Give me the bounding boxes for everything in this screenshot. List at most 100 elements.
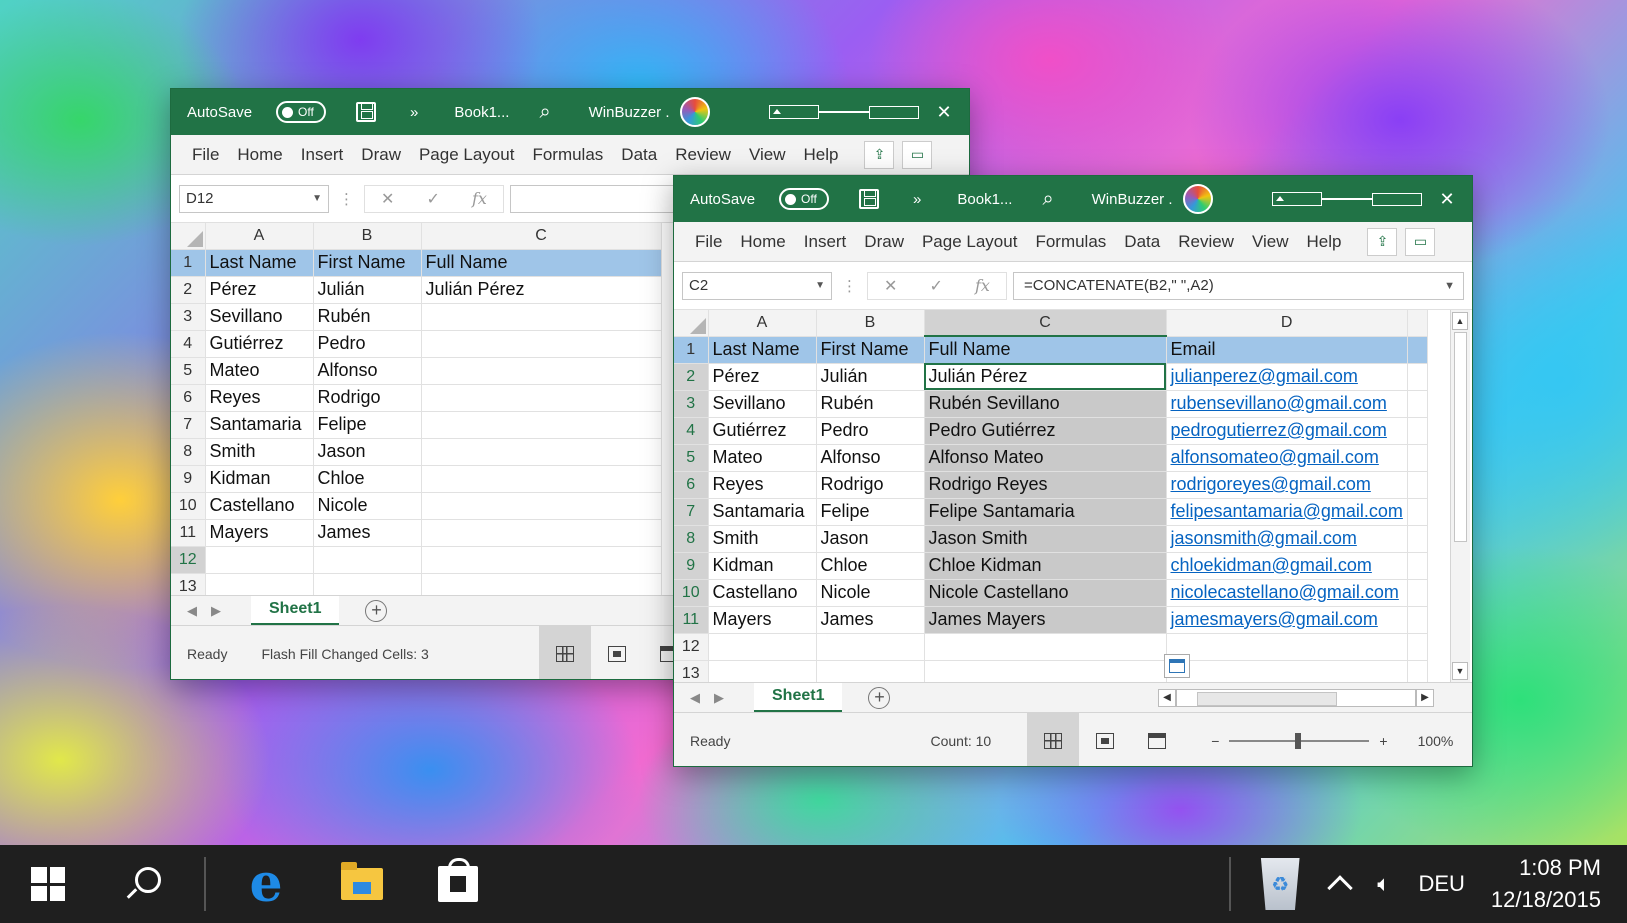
cell[interactable] xyxy=(708,633,816,660)
more-commands-button[interactable]: » xyxy=(913,191,921,208)
cell[interactable]: Kidman xyxy=(205,465,313,492)
cell[interactable]: Jason xyxy=(816,525,924,552)
cell[interactable]: Mayers xyxy=(205,519,313,546)
select-all-button[interactable] xyxy=(674,310,708,336)
cell[interactable]: Gutiérrez xyxy=(708,417,816,444)
insert-function-icon[interactable]: fx xyxy=(975,276,990,295)
email-link[interactable]: nicolecastellano@gmail.com xyxy=(1166,579,1407,606)
cell[interactable] xyxy=(421,465,661,492)
cell[interactable]: First Name xyxy=(313,249,421,276)
email-link[interactable]: rubensevillano@gmail.com xyxy=(1166,390,1407,417)
edge-browser-button[interactable]: e xyxy=(218,845,314,923)
row-header[interactable]: 7 xyxy=(674,498,708,525)
cell[interactable] xyxy=(421,438,661,465)
cell[interactable]: Reyes xyxy=(708,471,816,498)
cell[interactable]: Rubén Sevillano xyxy=(924,390,1166,417)
cell[interactable] xyxy=(421,411,661,438)
name-box[interactable]: D12▼ xyxy=(179,185,329,213)
cell[interactable]: Castellano xyxy=(708,579,816,606)
account-name[interactable]: WinBuzzer . xyxy=(589,104,670,121)
ribbon-display-options-icon[interactable] xyxy=(1272,176,1322,222)
save-icon[interactable] xyxy=(356,102,376,122)
cell[interactable]: Julián xyxy=(816,363,924,390)
autosave-toggle[interactable]: Off xyxy=(270,101,326,123)
zoom-slider[interactable] xyxy=(1229,740,1369,742)
tab-home[interactable]: Home xyxy=(740,232,785,252)
account-name[interactable]: WinBuzzer . xyxy=(1092,191,1173,208)
cell[interactable]: Full Name xyxy=(924,336,1166,363)
row-header[interactable]: 11 xyxy=(674,606,708,633)
cell[interactable]: Chloe xyxy=(313,465,421,492)
spreadsheet-grid[interactable]: A B C D 1Last NameFirst NameFull NameEma… xyxy=(674,310,1428,688)
scroll-right-icon[interactable]: ▶ xyxy=(1416,689,1434,707)
comments-icon[interactable]: ▭ xyxy=(1405,228,1435,256)
page-break-view-icon[interactable] xyxy=(1131,713,1183,768)
row-header[interactable]: 1 xyxy=(171,249,205,276)
minimize-button[interactable] xyxy=(819,89,869,135)
row-header[interactable]: 9 xyxy=(674,552,708,579)
save-icon[interactable] xyxy=(859,189,879,209)
column-header[interactable]: D xyxy=(1166,310,1407,336)
enter-icon[interactable]: ✓ xyxy=(930,276,943,296)
email-link[interactable]: rodrigoreyes@gmail.com xyxy=(1166,471,1407,498)
cancel-icon[interactable]: ✕ xyxy=(884,276,897,296)
avatar[interactable] xyxy=(1183,184,1213,214)
store-button[interactable] xyxy=(410,845,506,923)
email-link[interactable]: pedrogutierrez@gmail.com xyxy=(1166,417,1407,444)
cell[interactable] xyxy=(421,519,661,546)
language-indicator[interactable]: DEU xyxy=(1404,871,1478,897)
cell[interactable]: Julián xyxy=(313,276,421,303)
cell[interactable]: Rubén xyxy=(816,390,924,417)
ribbon-display-options-icon[interactable] xyxy=(769,89,819,135)
cell[interactable]: Smith xyxy=(708,525,816,552)
cell[interactable]: Jason Smith xyxy=(924,525,1166,552)
email-link[interactable]: julianperez@gmail.com xyxy=(1166,363,1407,390)
cell[interactable]: Rodrigo xyxy=(313,384,421,411)
cell[interactable]: James xyxy=(313,519,421,546)
cell[interactable]: Pérez xyxy=(708,363,816,390)
column-header[interactable]: B xyxy=(816,310,924,336)
cell[interactable]: Sevillano xyxy=(708,390,816,417)
tab-review[interactable]: Review xyxy=(675,145,731,165)
comments-icon[interactable]: ▭ xyxy=(902,141,932,169)
cell[interactable] xyxy=(421,303,661,330)
email-link[interactable]: felipesantamaria@gmail.com xyxy=(1166,498,1407,525)
cell[interactable]: Nicole xyxy=(816,579,924,606)
column-header[interactable]: A xyxy=(205,223,313,249)
row-header[interactable]: 8 xyxy=(674,525,708,552)
formula-input[interactable]: =CONCATENATE(B2," ",A2) ▼ xyxy=(1013,272,1464,300)
cell[interactable]: Kidman xyxy=(708,552,816,579)
excel-window-front[interactable]: AutoSave Off » Book1... ⌕ WinBuzzer . ✕ … xyxy=(673,175,1473,767)
active-cell[interactable]: Julián Pérez xyxy=(924,363,1166,390)
close-button[interactable]: ✕ xyxy=(1422,176,1472,222)
tab-formulas[interactable]: Formulas xyxy=(1035,232,1106,252)
row-header[interactable]: 11 xyxy=(171,519,205,546)
normal-view-icon[interactable] xyxy=(1027,713,1079,768)
cell[interactable]: Nicole xyxy=(313,492,421,519)
cell[interactable]: Felipe xyxy=(313,411,421,438)
cell[interactable]: Full Name xyxy=(421,249,661,276)
cell[interactable]: First Name xyxy=(816,336,924,363)
tab-draw[interactable]: Draw xyxy=(361,145,401,165)
tab-formulas[interactable]: Formulas xyxy=(532,145,603,165)
maximize-button[interactable] xyxy=(1372,176,1422,222)
select-all-button[interactable] xyxy=(171,223,205,249)
cell[interactable]: Rodrigo Reyes xyxy=(924,471,1166,498)
cell[interactable]: Mateo xyxy=(708,444,816,471)
row-header[interactable]: 3 xyxy=(171,303,205,330)
cancel-icon[interactable]: ✕ xyxy=(381,189,394,209)
row-header[interactable]: 6 xyxy=(171,384,205,411)
tab-data[interactable]: Data xyxy=(621,145,657,165)
sheet-tab-sheet1[interactable]: Sheet1 xyxy=(754,683,842,713)
cell[interactable]: Email xyxy=(1166,336,1407,363)
horizontal-scrollbar[interactable]: ◀ ▶ xyxy=(1158,689,1434,707)
cell[interactable] xyxy=(313,546,421,573)
column-header[interactable]: B xyxy=(313,223,421,249)
scroll-down-icon[interactable]: ▼ xyxy=(1452,662,1468,680)
cell[interactable]: Felipe Santamaria xyxy=(924,498,1166,525)
row-header[interactable]: 6 xyxy=(674,471,708,498)
tab-view[interactable]: View xyxy=(749,145,786,165)
enter-icon[interactable]: ✓ xyxy=(427,189,440,209)
cell[interactable] xyxy=(421,492,661,519)
row-header[interactable]: 12 xyxy=(674,633,708,660)
